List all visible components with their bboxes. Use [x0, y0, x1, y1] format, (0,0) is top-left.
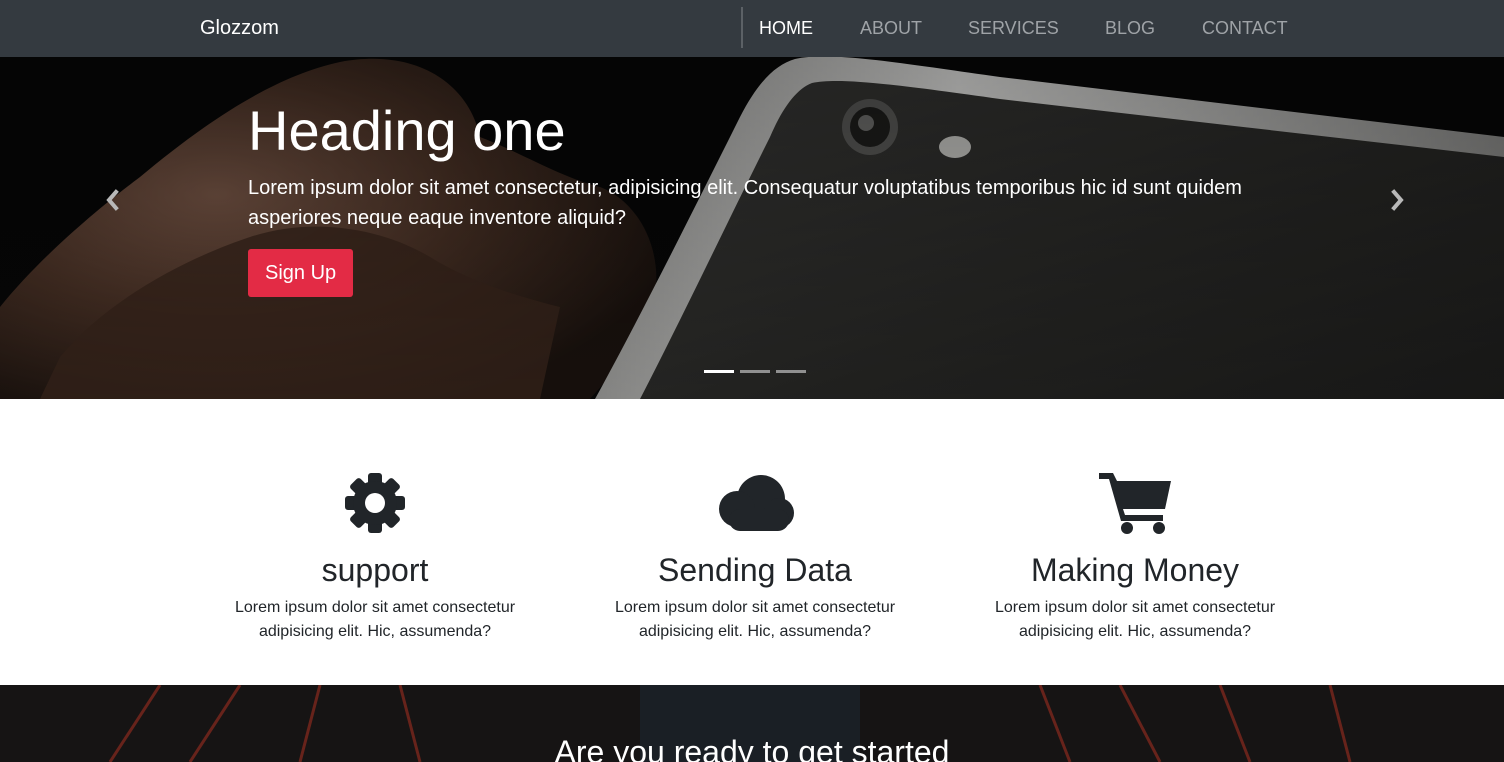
hero-text: Lorem ipsum dolor sit amet consectetur, … [248, 177, 1242, 229]
cta-heading: Are you ready to get started [554, 734, 950, 762]
feature-text: Lorem ipsum dolor sit amet consectetur a… [614, 599, 896, 640]
gear-icon [345, 473, 405, 533]
nav-links: HOME ABOUT SERVICES BLOG CONTACT [0, 17, 1504, 41]
feature-title: support [321, 552, 429, 588]
chevron-right-icon [1391, 189, 1404, 211]
feature-text: Lorem ipsum dolor sit amet consectetur a… [994, 599, 1276, 640]
hero-heading: Heading one [248, 99, 566, 162]
shopping-cart-icon [1099, 473, 1171, 534]
nav-link-services[interactable]: SERVICES [968, 17, 1059, 39]
carousel-indicator-3[interactable] [776, 370, 806, 373]
chevron-left-icon [106, 189, 119, 211]
nav-link-about[interactable]: ABOUT [860, 17, 922, 39]
features-section: support Lorem ipsum dolor sit amet conse… [0, 399, 1504, 685]
cloud-icon [719, 475, 794, 531]
nav-link-contact[interactable]: CONTACT [1202, 17, 1288, 39]
carousel-indicator-1[interactable] [704, 370, 734, 373]
navbar: Glozzom HOME ABOUT SERVICES BLOG CONTACT [0, 0, 1504, 57]
feature-text: Lorem ipsum dolor sit amet consectetur a… [234, 599, 516, 640]
feature-title: Sending Data [658, 552, 852, 588]
nav-link-blog[interactable]: BLOG [1105, 17, 1155, 39]
nav-link-home[interactable]: HOME [759, 17, 813, 39]
hero-caption: Heading one Lorem ipsum dolor sit amet c… [248, 101, 1258, 297]
feature-title: Making Money [1030, 552, 1240, 588]
carousel-prev-button[interactable] [100, 185, 124, 215]
cta-section: Are you ready to get started [0, 685, 1504, 762]
sign-up-button[interactable]: Sign Up [248, 249, 354, 297]
carousel-indicator-2[interactable] [740, 370, 770, 373]
carousel-next-button[interactable] [1386, 185, 1410, 215]
hero-carousel: Heading one Lorem ipsum dolor sit amet c… [0, 57, 1504, 399]
